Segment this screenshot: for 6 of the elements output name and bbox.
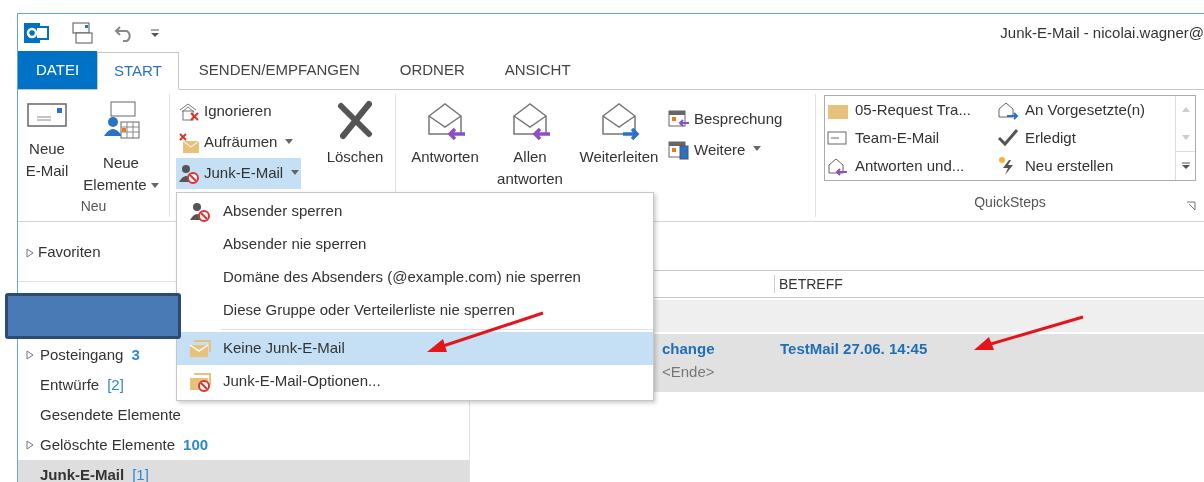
group-label: Neu [79,197,108,216]
window-title: Junk-E-Mail - nicolai.wagner@ [1000,22,1204,43]
sender-text: change [662,339,716,359]
preview-text: <Ende> [662,361,716,382]
group-label: QuickSteps [974,193,1046,212]
subject-text: TestMail 27.06. 14:45 [780,339,928,359]
